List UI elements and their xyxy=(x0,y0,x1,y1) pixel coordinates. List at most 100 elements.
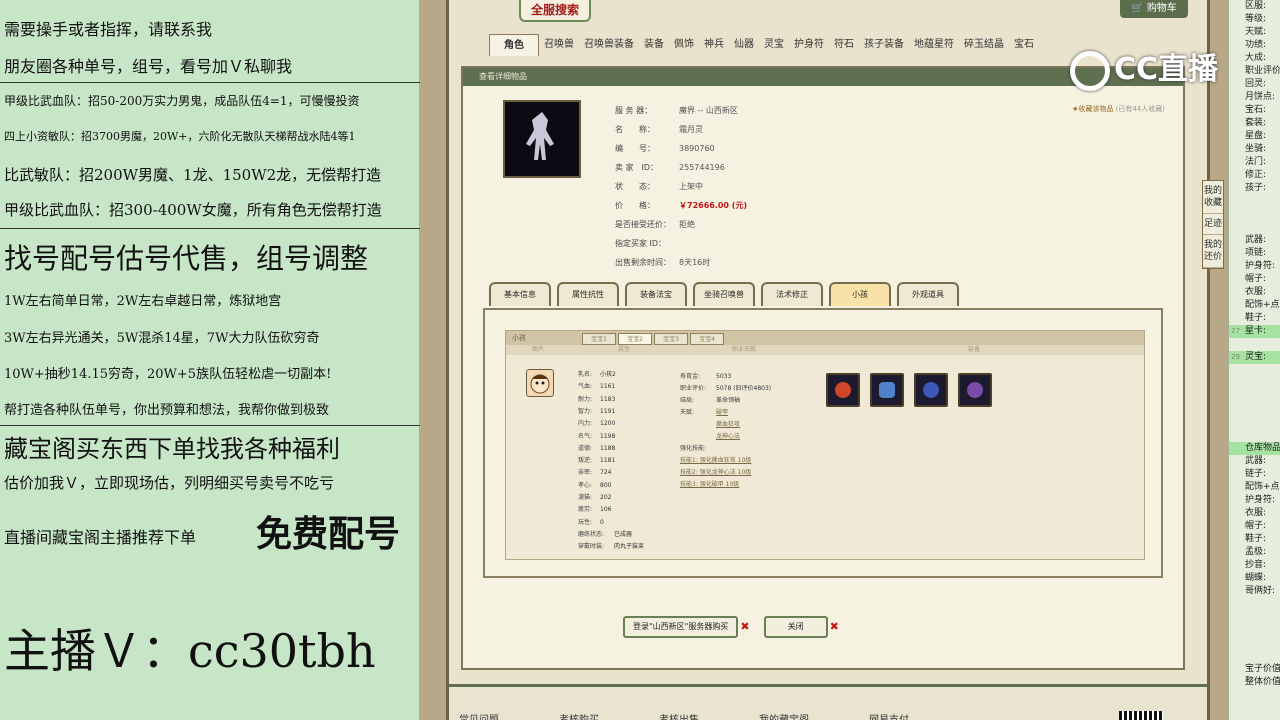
sheet-row[interactable] xyxy=(1229,650,1280,663)
sheet-row[interactable]: 衣服: xyxy=(1229,507,1280,520)
footer-link-faq[interactable]: 常见问题 xyxy=(459,711,499,720)
equip-slot-charm[interactable] xyxy=(958,373,992,407)
sheet-row[interactable]: 等级: xyxy=(1229,13,1280,26)
baby-tab-1[interactable]: 宝宝1 xyxy=(582,333,616,345)
subtab-mounts[interactable]: 坐骑召唤兽 xyxy=(693,282,755,306)
sheet-row[interactable] xyxy=(1229,221,1280,234)
sheet-row[interactable]: 帽子: xyxy=(1229,520,1280,533)
sheet-row[interactable]: 配饰+点 xyxy=(1229,299,1280,312)
child-stat-row: 疲劳: 106 xyxy=(578,506,612,514)
sheet-row[interactable]: 坐骑: xyxy=(1229,143,1280,156)
tab-amulet[interactable]: 护身符 xyxy=(789,34,829,56)
sheet-row[interactable] xyxy=(1229,338,1280,351)
baby-tab-3[interactable]: 宝宝3 xyxy=(654,333,688,345)
tab-rune[interactable]: 符石 xyxy=(829,34,859,56)
sheet-row[interactable] xyxy=(1229,377,1280,390)
sheet-row[interactable]: 宝子价值 xyxy=(1229,663,1280,676)
sheet-row[interactable] xyxy=(1229,403,1280,416)
sheet-row[interactable] xyxy=(1229,611,1280,624)
sheet-row[interactable] xyxy=(1229,429,1280,442)
sheet-row[interactable]: 链子: xyxy=(1229,468,1280,481)
sheet-row[interactable]: 星盘: xyxy=(1229,130,1280,143)
sheet-row[interactable]: 帽子: xyxy=(1229,273,1280,286)
sheet-row[interactable]: 护身符: xyxy=(1229,260,1280,273)
tab-child-equip[interactable]: 孩子装备 xyxy=(859,34,909,56)
category-tabs: 角色 召唤兽 召唤兽装备 装备 佩饰 神兵 仙器 灵宝 护身符 符石 孩子装备 … xyxy=(489,34,1039,56)
sheet-row[interactable]: 27 星卡: xyxy=(1229,325,1280,338)
subtab-attributes[interactable]: 属性抗性 xyxy=(557,282,619,306)
tab-summon[interactable]: 召唤兽 xyxy=(539,34,579,56)
sheet-row[interactable]: 套装: xyxy=(1229,117,1280,130)
buy-on-server-button[interactable]: 登录"山西新区"服务器购买 xyxy=(623,616,739,638)
tab-gem[interactable]: 宝石 xyxy=(1009,34,1039,56)
side-tab-footprints[interactable]: 足迹 xyxy=(1203,214,1223,235)
child-ending: 结局: 革命领袖 xyxy=(680,397,741,404)
tab-immortal-item[interactable]: 仙器 xyxy=(729,34,759,56)
sheet-row[interactable] xyxy=(1229,624,1280,637)
footer-link-my-cbg[interactable]: 我的藏宝阁 xyxy=(759,711,809,720)
equip-slot-blue-crystal[interactable] xyxy=(914,373,948,407)
sheet-row[interactable] xyxy=(1229,598,1280,611)
tab-equip[interactable]: 装备 xyxy=(639,34,669,56)
sheet-row[interactable] xyxy=(1229,208,1280,221)
close-button[interactable]: 关闭 xyxy=(763,616,828,638)
tab-summon-equip[interactable]: 召唤兽装备 xyxy=(579,34,639,56)
tab-divine-weapon[interactable]: 神兵 xyxy=(699,34,729,56)
subtab-appearance[interactable]: 外观道具 xyxy=(897,282,959,306)
subtab-child[interactable]: 小孩 xyxy=(829,282,891,306)
tab-spirit-treasure[interactable]: 灵宝 xyxy=(759,34,789,56)
sheet-row[interactable] xyxy=(1229,390,1280,403)
global-search-banner[interactable]: 全服搜索 xyxy=(519,0,591,22)
equip-slot-vase[interactable] xyxy=(870,373,904,407)
sheet-row[interactable]: 抄音: xyxy=(1229,559,1280,572)
tab-role[interactable]: 角色 xyxy=(489,34,539,56)
sheet-row[interactable]: 仓库物品 xyxy=(1229,442,1280,455)
subtab-equipment[interactable]: 装备法宝 xyxy=(625,282,687,306)
sheet-row[interactable]: 武器: xyxy=(1229,455,1280,468)
sheet-row[interactable]: 29 灵宝: xyxy=(1229,351,1280,364)
sheet-row[interactable]: 孩子: xyxy=(1229,182,1280,195)
close-x-icon: ✖ xyxy=(829,620,839,633)
sheet-row[interactable]: 护身符: xyxy=(1229,494,1280,507)
free-match-heading: 免费配号 xyxy=(256,513,401,555)
sheet-row[interactable]: 法门: xyxy=(1229,156,1280,169)
child-stat-row: 叛逆: 1181 xyxy=(578,457,616,465)
sheet-row[interactable]: 宝石: xyxy=(1229,104,1280,117)
side-quick-tabs: 我的收藏 足迹 我的还价 xyxy=(1202,180,1224,269)
sheet-row[interactable]: 整体价值 xyxy=(1229,676,1280,689)
sheet-row[interactable]: 孟极: xyxy=(1229,546,1280,559)
side-tab-favorites[interactable]: 我的收藏 xyxy=(1203,181,1223,214)
tab-accessory[interactable]: 佩饰 xyxy=(669,34,699,56)
tab-star-rune[interactable]: 地蕴星符 xyxy=(909,34,959,56)
side-tab-offers[interactable]: 我的还价 xyxy=(1203,235,1223,268)
sheet-row[interactable]: 区服: xyxy=(1229,0,1280,13)
footer-link-pay[interactable]: 网易支付 xyxy=(869,711,909,720)
sheet-row[interactable]: 蝴蝶: xyxy=(1229,572,1280,585)
sheet-row[interactable]: 项链: xyxy=(1229,247,1280,260)
child-stat-row: 磨练状态: 已成器 xyxy=(578,530,633,538)
sheet-row[interactable] xyxy=(1229,195,1280,208)
sheet-row[interactable]: 哥俩好: xyxy=(1229,585,1280,598)
sheet-row[interactable]: 鞋子: xyxy=(1229,533,1280,546)
baby-tab-2[interactable]: 宝宝2 xyxy=(618,333,652,345)
baby-tab-4[interactable]: 宝宝4 xyxy=(690,333,724,345)
sheet-row[interactable] xyxy=(1229,416,1280,429)
cart-button[interactable]: 🛒 购物车 xyxy=(1120,0,1188,18)
subtab-basic-info[interactable]: 基本信息 xyxy=(489,282,551,306)
sheet-row[interactable]: 天赋: xyxy=(1229,26,1280,39)
footer-link-sell[interactable]: 考核出售 xyxy=(659,711,699,720)
crystal-icon xyxy=(923,382,939,398)
equip-slot-fire-orb[interactable] xyxy=(826,373,860,407)
sheet-row[interactable]: 武器: xyxy=(1229,234,1280,247)
info-line: 比武敏队：招200W男魔、1龙、150W2龙，无偿帮打造 xyxy=(4,166,382,184)
favorite-link[interactable]: ★收藏该物品 (已有44人收藏) xyxy=(1072,104,1165,114)
footer-link-buy[interactable]: 考核购买 xyxy=(559,711,599,720)
subtab-spell-mods[interactable]: 法术修正 xyxy=(761,282,823,306)
tab-jade-crystal[interactable]: 碎玉结晶 xyxy=(959,34,1009,56)
sheet-row[interactable]: 配饰+点 xyxy=(1229,481,1280,494)
sheet-row[interactable] xyxy=(1229,364,1280,377)
sheet-row[interactable] xyxy=(1229,637,1280,650)
sheet-row[interactable]: 衣服: xyxy=(1229,286,1280,299)
sheet-row[interactable]: 鞋子: xyxy=(1229,312,1280,325)
sheet-row[interactable]: 修正: xyxy=(1229,169,1280,182)
